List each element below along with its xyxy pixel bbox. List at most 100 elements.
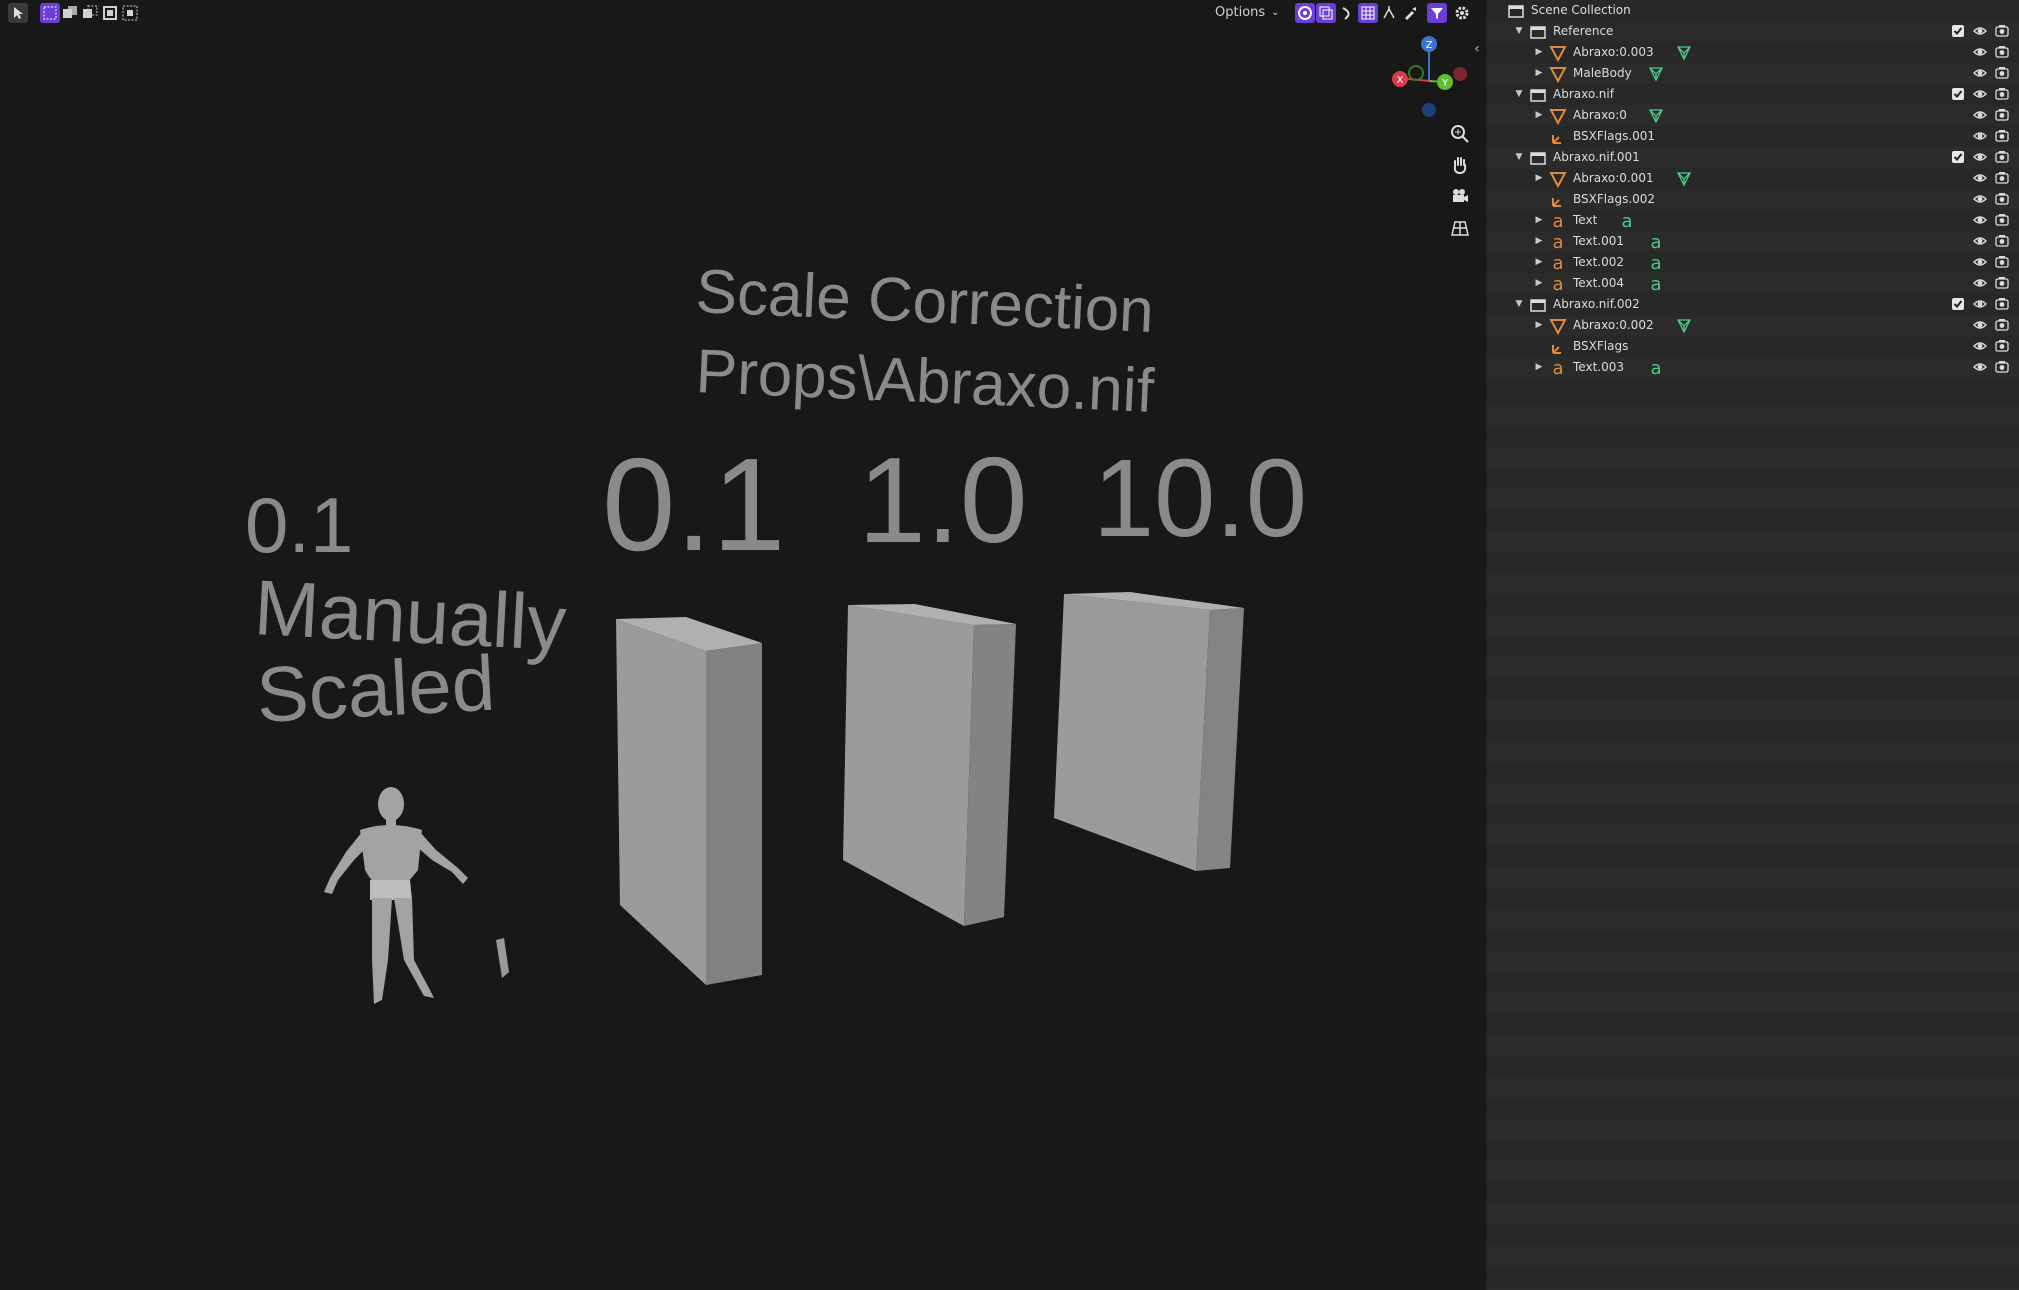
visibility-eye-icon[interactable] (1973, 318, 1987, 332)
select-mode-invert-button[interactable] (100, 3, 120, 23)
outliner-row[interactable]: BSXFlags (1487, 336, 2019, 357)
outliner-row[interactable]: ▶ Abraxo:0.003 (1487, 42, 2019, 63)
filter-toggle[interactable] (1427, 3, 1447, 23)
expand-down-icon[interactable]: ▼ (1513, 147, 1525, 168)
expand-right-icon[interactable]: ▶ (1533, 168, 1545, 189)
text-data-icon[interactable]: a (1618, 212, 1636, 230)
abraxo-small-object[interactable] (496, 938, 509, 978)
render-camera-icon[interactable] (1995, 318, 2009, 332)
outliner-row[interactable]: ▼ Abraxo.nif.002 (1487, 294, 2019, 315)
camera-view-button[interactable] (1446, 182, 1474, 210)
outliner-row[interactable]: ▶ a Text.001 a (1487, 231, 2019, 252)
expand-right-icon[interactable]: ▶ (1533, 231, 1545, 252)
exclude-checkbox[interactable] (1951, 150, 1965, 164)
visibility-eye-icon[interactable] (1973, 276, 1987, 290)
visibility-eye-icon[interactable] (1973, 192, 1987, 206)
render-camera-icon[interactable] (1995, 45, 2009, 59)
outliner-row[interactable]: ▶ Abraxo:0 (1487, 105, 2019, 126)
expand-down-icon[interactable]: ▼ (1513, 294, 1525, 315)
outliner-row[interactable]: ▶ Abraxo:0.002 (1487, 315, 2019, 336)
male-body-figure[interactable] (324, 787, 468, 1004)
armature-toggle[interactable] (1379, 3, 1399, 23)
zoom-button[interactable] (1446, 120, 1474, 148)
outliner-row[interactable]: ▶ Abraxo:0.001 (1487, 168, 2019, 189)
visibility-eye-icon[interactable] (1973, 213, 1987, 227)
mesh-data-icon[interactable] (1647, 107, 1665, 125)
grid-toggle[interactable] (1358, 3, 1378, 23)
render-camera-icon[interactable] (1995, 213, 2009, 227)
gizmo-neg-z[interactable] (1422, 103, 1436, 117)
expand-right-icon[interactable]: ▶ (1533, 63, 1545, 84)
outliner-row[interactable]: ▶ a Text.002 a (1487, 252, 2019, 273)
3d-viewport[interactable]: Scale Correction Props\Abraxo.nif 0.1 Ma… (0, 0, 1485, 1290)
navigation-gizmo[interactable]: Z X Y (1392, 36, 1467, 117)
outliner-row[interactable]: ▼ Reference (1487, 21, 2019, 42)
select-mode-subtract-button[interactable] (80, 3, 100, 23)
render-camera-icon[interactable] (1995, 66, 2009, 80)
pan-button[interactable] (1446, 151, 1474, 179)
expand-right-icon[interactable]: ▶ (1533, 42, 1545, 63)
render-camera-icon[interactable] (1995, 255, 2009, 269)
render-camera-icon[interactable] (1995, 192, 2009, 206)
visibility-eye-icon[interactable] (1973, 234, 1987, 248)
text-data-icon[interactable]: a (1647, 275, 1665, 293)
outliner-row[interactable]: ▶ MaleBody (1487, 63, 2019, 84)
outliner-row[interactable]: ▼ Abraxo.nif (1487, 84, 2019, 105)
visibility-eye-icon[interactable] (1973, 45, 1987, 59)
render-camera-icon[interactable] (1995, 339, 2009, 353)
select-tool-button[interactable] (8, 3, 28, 23)
expand-down-icon[interactable]: ▼ (1513, 84, 1525, 105)
abraxo-box-1-0[interactable] (843, 604, 1016, 926)
visibility-eye-icon[interactable] (1973, 339, 1987, 353)
visibility-eye-icon[interactable] (1973, 255, 1987, 269)
render-camera-icon[interactable] (1995, 24, 2009, 38)
expand-right-icon[interactable]: ▶ (1533, 273, 1545, 294)
abraxo-box-10-0[interactable] (1054, 592, 1244, 871)
sidebar-toggle-button[interactable]: ‹ (1470, 40, 1484, 58)
outliner-row[interactable]: BSXFlags.002 (1487, 189, 2019, 210)
outliner-row[interactable]: ▼ Abraxo.nif.001 (1487, 147, 2019, 168)
text-data-icon[interactable]: a (1647, 359, 1665, 377)
expand-right-icon[interactable]: ▶ (1533, 357, 1545, 378)
expand-right-icon[interactable]: ▶ (1533, 105, 1545, 126)
perspective-toggle-button[interactable] (1446, 214, 1474, 242)
abraxo-box-0-1[interactable] (616, 617, 762, 985)
viewport-canvas[interactable]: Scale Correction Props\Abraxo.nif 0.1 Ma… (0, 0, 1485, 1290)
render-camera-icon[interactable] (1995, 129, 2009, 143)
outliner-row[interactable]: ▶ a Text.004 a (1487, 273, 2019, 294)
exclude-checkbox[interactable] (1951, 24, 1965, 38)
settings-button[interactable] (1452, 3, 1472, 23)
expand-right-icon[interactable]: ▶ (1533, 210, 1545, 231)
visibility-eye-icon[interactable] (1973, 171, 1987, 185)
outliner-root-row[interactable]: Scene Collection (1487, 0, 2019, 21)
text-data-icon[interactable]: a (1647, 233, 1665, 251)
visibility-eye-icon[interactable] (1973, 360, 1987, 374)
visibility-eye-icon[interactable] (1973, 87, 1987, 101)
visibility-eye-icon[interactable] (1973, 66, 1987, 80)
options-menu[interactable]: Options ⌄ (1215, 3, 1280, 23)
render-camera-icon[interactable] (1995, 150, 2009, 164)
visibility-eye-icon[interactable] (1973, 129, 1987, 143)
render-camera-icon[interactable] (1995, 171, 2009, 185)
render-camera-icon[interactable] (1995, 108, 2009, 122)
outliner-row[interactable]: ▶ a Text.003 a (1487, 357, 2019, 378)
xray-toggle[interactable] (1316, 3, 1336, 23)
outliner-panel[interactable]: Scene Collection ▼ Reference ▶ Abraxo:0.003… (1487, 0, 2019, 1290)
render-camera-icon[interactable] (1995, 297, 2009, 311)
render-camera-icon[interactable] (1995, 234, 2009, 248)
visibility-eye-icon[interactable] (1973, 24, 1987, 38)
viewport-shading-toggle[interactable] (1295, 3, 1315, 23)
text-data-icon[interactable]: a (1647, 254, 1665, 272)
expand-down-icon[interactable]: ▼ (1513, 21, 1525, 42)
visibility-eye-icon[interactable] (1973, 150, 1987, 164)
outliner-row[interactable]: ▶ a Text a (1487, 210, 2019, 231)
gizmo-neg-x[interactable] (1453, 67, 1467, 81)
eyedropper-toggle[interactable] (1400, 3, 1420, 23)
exclude-checkbox[interactable] (1951, 297, 1965, 311)
mesh-data-icon[interactable] (1647, 65, 1665, 83)
select-mode-intersect-button[interactable] (120, 3, 140, 23)
gizmo-neg-y[interactable] (1408, 65, 1424, 81)
mesh-data-icon[interactable] (1675, 317, 1693, 335)
outliner-row[interactable]: BSXFlags.001 (1487, 126, 2019, 147)
exclude-checkbox[interactable] (1951, 87, 1965, 101)
